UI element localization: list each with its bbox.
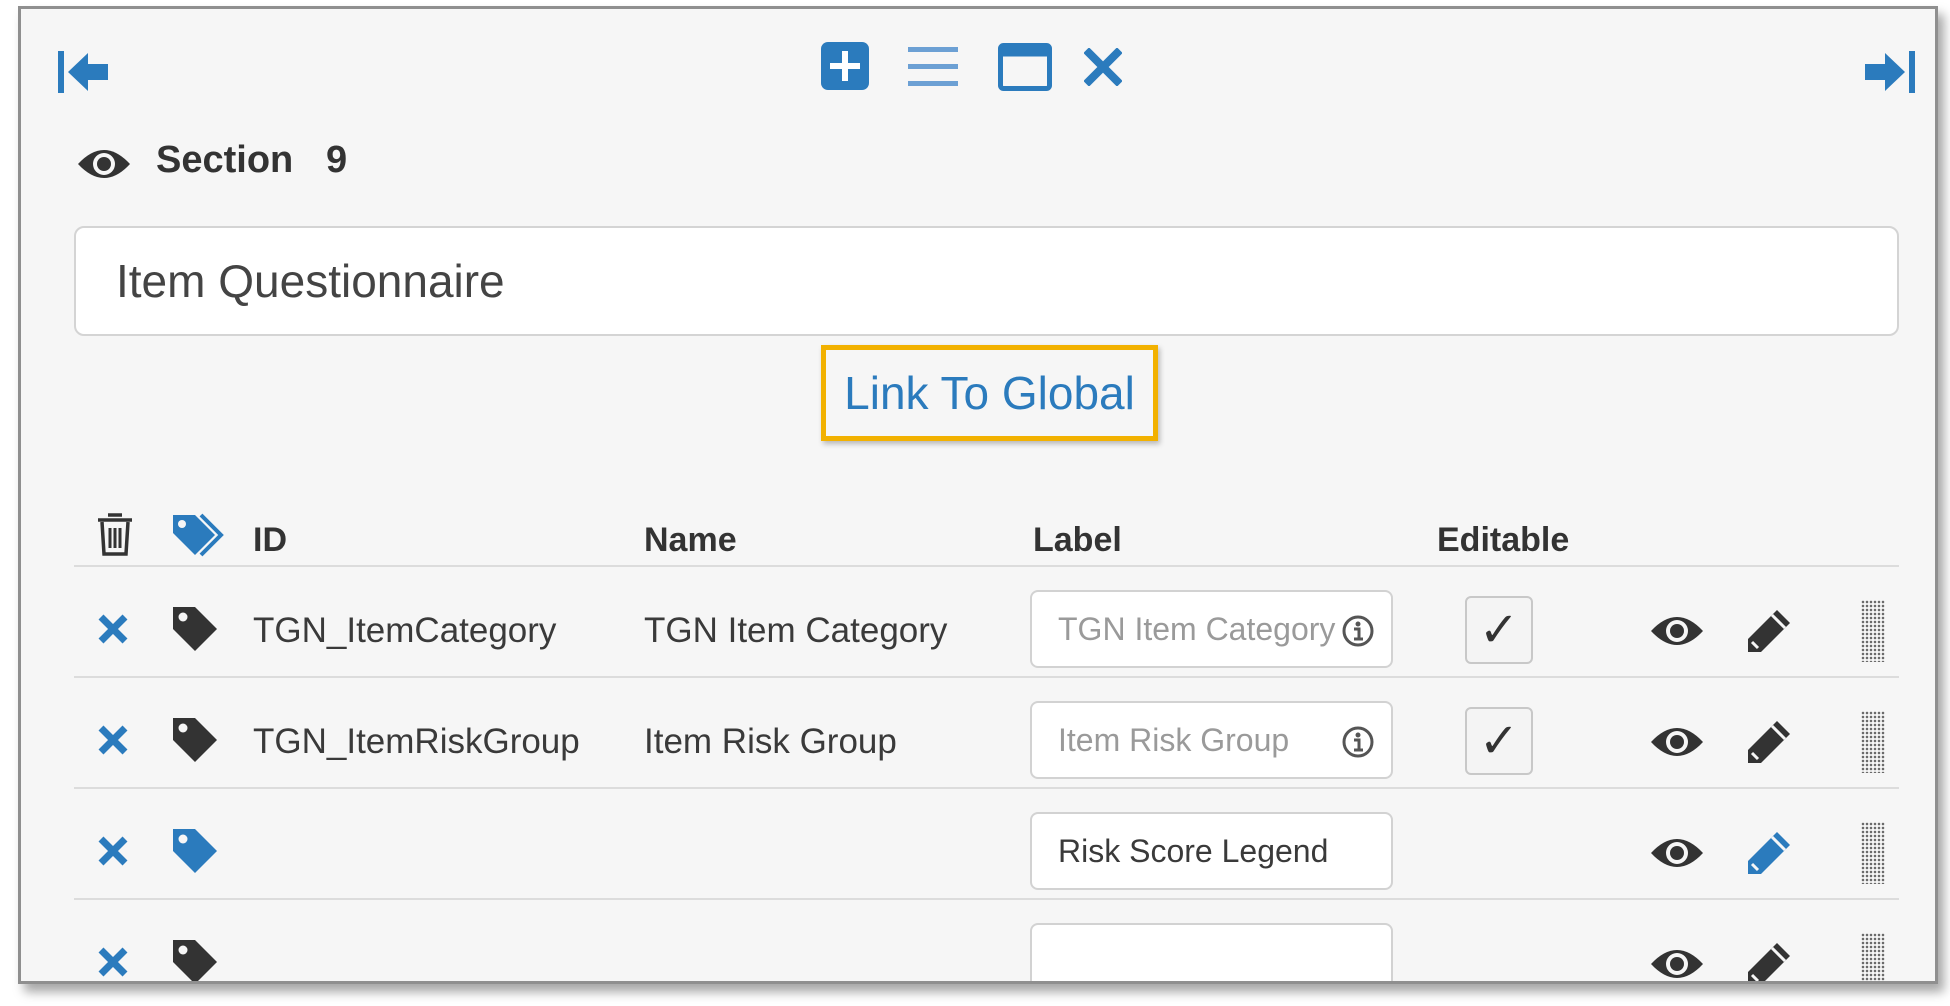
drag-handle[interactable] [1861, 822, 1885, 884]
section-title-input[interactable] [74, 226, 1899, 336]
section-label: Section [156, 139, 294, 181]
window-icon[interactable] [998, 43, 1052, 91]
row-name: TGN Item Category [644, 611, 948, 650]
row-name: Item Risk Group [644, 722, 897, 761]
remove-row-icon[interactable] [96, 723, 130, 757]
link-to-global-button[interactable]: Link To Global [821, 345, 1158, 441]
eye-icon[interactable] [1649, 944, 1705, 981]
expand-right-icon[interactable] [1861, 49, 1917, 95]
row-divider [74, 787, 1899, 789]
row-divider [74, 898, 1899, 900]
pencil-icon[interactable] [1744, 717, 1794, 767]
info-icon[interactable] [1341, 614, 1375, 648]
list-icon[interactable] [908, 45, 958, 89]
collapse-left-icon[interactable] [56, 49, 112, 95]
label-input[interactable] [1030, 590, 1393, 668]
eye-icon[interactable] [1649, 833, 1705, 873]
eye-icon[interactable] [76, 144, 132, 184]
column-header-name: Name [644, 521, 737, 559]
remove-row-icon[interactable] [96, 945, 130, 979]
info-icon[interactable] [1341, 725, 1375, 759]
remove-row-icon[interactable] [96, 834, 130, 868]
tags-icon[interactable] [171, 511, 227, 557]
row-id: TGN_ItemRiskGroup [253, 722, 580, 761]
column-header-editable: Editable [1437, 521, 1570, 559]
drag-handle[interactable] [1861, 933, 1885, 981]
label-input[interactable] [1030, 923, 1393, 981]
label-input[interactable] [1030, 812, 1393, 890]
column-header-id: ID [253, 521, 287, 559]
row-id: TGN_ItemCategory [253, 611, 557, 650]
close-icon[interactable] [1084, 48, 1122, 86]
section-number: 9 [326, 139, 348, 181]
drag-handle[interactable] [1861, 711, 1885, 773]
trash-icon[interactable] [96, 511, 134, 557]
tag-icon[interactable] [171, 716, 219, 764]
editable-checkbox[interactable]: ✓ [1465, 707, 1533, 775]
eye-icon[interactable] [1649, 611, 1705, 651]
remove-row-icon[interactable] [96, 612, 130, 646]
label-input[interactable] [1030, 701, 1393, 779]
pencil-icon[interactable] [1744, 939, 1794, 981]
drag-handle[interactable] [1861, 600, 1885, 662]
tag-icon[interactable] [171, 827, 219, 875]
header-divider [74, 565, 1899, 567]
editable-checkbox[interactable]: ✓ [1465, 596, 1533, 664]
pencil-icon[interactable] [1744, 828, 1794, 878]
pencil-icon[interactable] [1744, 606, 1794, 656]
tag-icon[interactable] [171, 938, 219, 981]
panel-frame: Section 9 Link To Global ID Name Label E… [18, 6, 1938, 984]
column-header-label: Label [1033, 521, 1122, 559]
row-divider [74, 676, 1899, 678]
tag-icon[interactable] [171, 605, 219, 653]
eye-icon[interactable] [1649, 722, 1705, 762]
add-icon[interactable] [821, 42, 869, 90]
